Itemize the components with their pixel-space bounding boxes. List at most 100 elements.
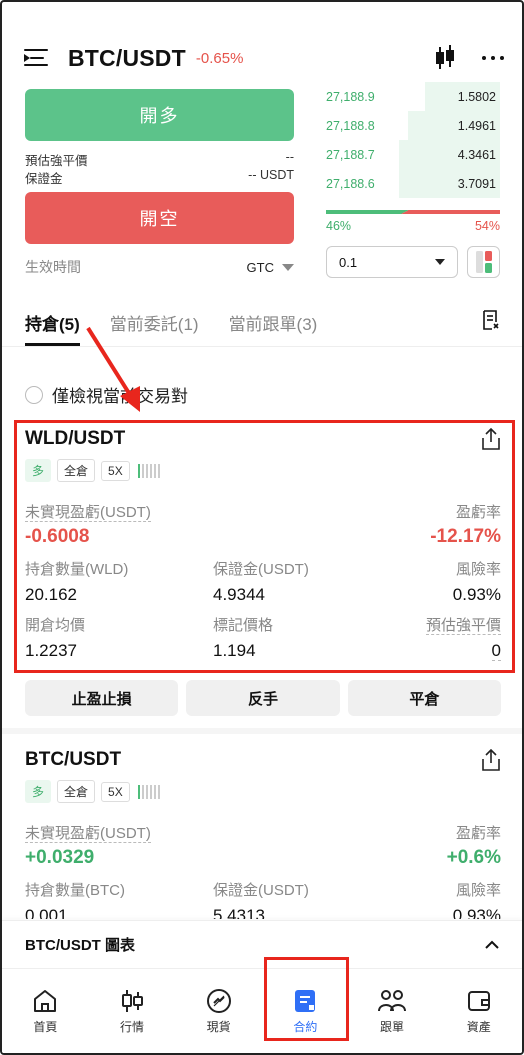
depth-precision-value: 0.1 — [339, 254, 358, 270]
unrealized-pnl-value: +0.0329 — [25, 847, 95, 868]
order-history-icon[interactable] — [482, 310, 500, 330]
nav-label: 合約 — [293, 1020, 318, 1034]
nav-label: 跟單 — [380, 1020, 405, 1034]
tpsl-button[interactable]: 止盈止損 — [25, 680, 179, 716]
orderbook-qty: 1.5802 — [457, 89, 496, 104]
risk-rate-label: 風險率 — [455, 882, 501, 899]
roe-value: +0.6% — [446, 847, 501, 868]
unrealized-pnl-label[interactable]: 未實現盈虧(USDT) — [25, 825, 151, 843]
entry-price-value: 1.2237 — [25, 641, 77, 660]
pos-margin-label: 保證金(USDT) — [213, 882, 309, 899]
buy-percent: 46% — [326, 219, 352, 233]
reverse-button[interactable]: 反手 — [186, 680, 340, 716]
risk-level-bars — [137, 784, 160, 799]
tif-value: GTC — [246, 259, 274, 275]
only-current-label: 僅檢視當前交易對 — [52, 387, 188, 406]
margin-value: -- USDT — [248, 168, 294, 182]
tab-copy-trades[interactable]: 當前跟單(3) — [229, 310, 318, 346]
candles-icon — [122, 990, 143, 1012]
nav-label: 現貨 — [206, 1020, 231, 1034]
pos-margin-value: 5.4313 — [213, 906, 265, 919]
position-card-btc: BTC/USDT 多 全倉 5X 未實現盈虧(USDT) +0.0329 盈虧率… — [25, 749, 501, 919]
depth-precision-select[interactable]: 0.1 — [326, 246, 458, 278]
buy-ratio-fill — [326, 210, 403, 214]
position-actions: 止盈止損 反手 平倉 — [25, 680, 501, 716]
liq-price-row: 預估強平價 -- — [25, 150, 294, 169]
orderbook-price: 27,188.9 — [326, 89, 375, 104]
nav-home[interactable]: 首頁 — [2, 969, 89, 1053]
roe-value: -12.17% — [430, 526, 501, 547]
chart-toggle-bar[interactable]: BTC/USDT 圖表 — [2, 920, 522, 968]
app-frame: BTC/USDT -0.65% 開多 預估強平價 -- 保證金 -- USDT … — [0, 0, 524, 1055]
nav-assets[interactable]: 資產 — [435, 969, 522, 1053]
mark-price-value: 1.194 — [213, 641, 256, 660]
copy-trade-icon — [378, 990, 407, 1012]
header: BTC/USDT -0.65% — [24, 38, 504, 78]
candles-icon[interactable] — [434, 45, 456, 71]
bottom-nav: 首頁 行情 現貨 合約 跟單 資產 — [2, 968, 522, 1053]
ratio-labels: 46% 54% — [326, 219, 500, 233]
open-short-button[interactable]: 開空 — [25, 192, 294, 244]
more-icon[interactable] — [482, 56, 504, 60]
margin-mode-badge: 全倉 — [57, 780, 96, 803]
pair-title[interactable]: BTC/USDT — [68, 45, 186, 72]
orderbook-row[interactable]: 27,188.7 4.3461 — [326, 140, 500, 169]
orderbook-row[interactable]: 27,188.6 3.7091 — [326, 169, 500, 198]
sell-percent: 54% — [474, 219, 500, 233]
nav-copy-trade[interactable]: 跟單 — [349, 969, 436, 1053]
chevron-down-icon — [435, 259, 445, 265]
home-icon — [34, 990, 57, 1012]
nav-markets[interactable]: 行情 — [89, 969, 176, 1053]
liq-price-value: -- — [285, 150, 294, 164]
chart-bar-label: BTC/USDT 圖表 — [25, 937, 135, 954]
tab-positions[interactable]: 持倉(5) — [25, 310, 80, 346]
close-position-button[interactable]: 平倉 — [347, 680, 501, 716]
side-badge: 多 — [25, 459, 52, 482]
time-in-force-row: 生效時間 GTC — [25, 257, 294, 277]
tabs-divider — [2, 346, 522, 347]
nav-label: 資產 — [466, 1020, 491, 1034]
tif-select[interactable]: GTC — [247, 260, 294, 275]
est-liq-value: 0 — [491, 641, 501, 661]
nav-label: 行情 — [120, 1020, 145, 1034]
qty-label: 持倉數量(BTC) — [25, 882, 125, 899]
roe-label: 盈虧率 — [455, 504, 501, 521]
share-icon[interactable] — [481, 428, 501, 450]
margin-label: 保證金 — [25, 172, 63, 186]
roe-label: 盈虧率 — [455, 825, 501, 842]
unrealized-pnl-label[interactable]: 未實現盈虧(USDT) — [25, 504, 151, 522]
leverage-badge[interactable]: 5X — [101, 460, 130, 481]
nav-spot[interactable]: 現貨 — [175, 969, 262, 1053]
position-pair[interactable]: BTC/USDT — [25, 749, 501, 771]
orderbook-layout-button[interactable] — [467, 246, 500, 278]
pos-margin-label: 保證金(USDT) — [213, 561, 309, 578]
position-card-wld: WLD/USDT 多 全倉 5X 未實現盈虧(USDT) -0.6008 盈虧率… — [25, 428, 501, 661]
share-icon[interactable] — [481, 749, 501, 771]
risk-rate-value: 0.93% — [452, 906, 501, 919]
menu-icon[interactable] — [24, 47, 50, 69]
orderbook-row[interactable]: 27,188.9 1.5802 — [326, 82, 500, 111]
order-book: 27,188.9 1.5802 27,188.8 1.4961 27,188.7 4.34… — [326, 82, 500, 198]
position-pair[interactable]: WLD/USDT — [25, 428, 501, 450]
radio-button[interactable] — [25, 385, 43, 404]
pos-margin-value: 4.9344 — [213, 585, 265, 604]
tif-label: 生效時間 — [25, 259, 81, 275]
leverage-badge[interactable]: 5X — [101, 781, 130, 802]
qty-value: 0.001 — [25, 906, 68, 919]
margin-row: 保證金 -- USDT — [25, 168, 294, 187]
est-liq-label[interactable]: 預估強平價 — [425, 617, 501, 635]
tab-open-orders[interactable]: 當前委託(1) — [110, 310, 199, 346]
chevron-up-icon[interactable] — [485, 940, 499, 950]
mark-price-label: 標記價格 — [213, 617, 274, 634]
risk-rate-label: 風險率 — [455, 561, 501, 578]
orderbook-qty: 1.4961 — [457, 118, 496, 133]
liq-price-label: 預估強平價 — [25, 154, 88, 168]
nav-contract[interactable]: 合約 — [262, 969, 349, 1053]
orderbook-row[interactable]: 27,188.8 1.4961 — [326, 111, 500, 140]
nav-label: 首頁 — [33, 1020, 58, 1034]
chevron-down-icon — [282, 263, 294, 271]
open-long-button[interactable]: 開多 — [25, 89, 294, 141]
side-badge: 多 — [25, 780, 52, 803]
only-current-pair-toggle[interactable]: 僅檢視當前交易對 — [25, 382, 188, 407]
qty-label: 持倉數量(WLD) — [25, 561, 129, 578]
